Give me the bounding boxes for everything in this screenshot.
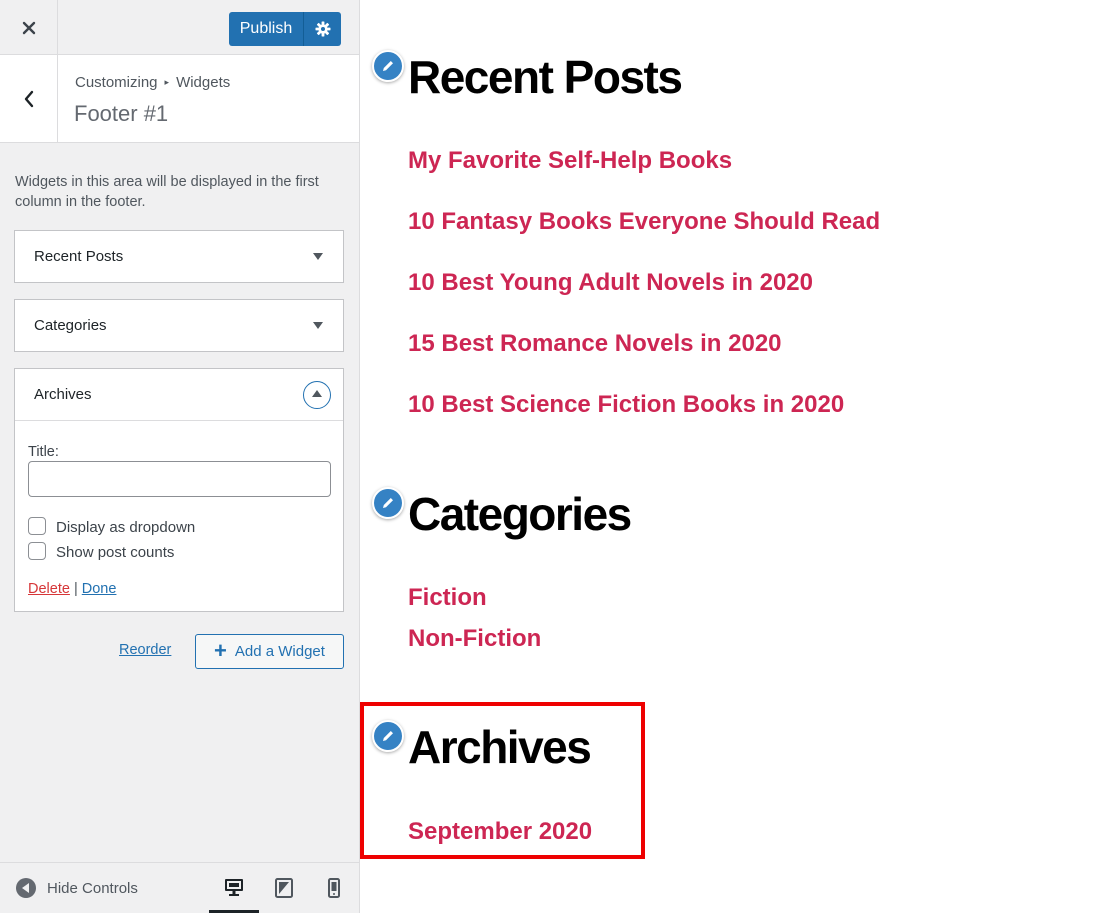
dropdown-option: Display as dropdown xyxy=(28,515,330,540)
post-link[interactable]: 10 Best Science Fiction Books in 2020 xyxy=(408,391,844,419)
mobile-icon xyxy=(328,878,340,898)
pencil-icon xyxy=(383,498,393,508)
archive-link[interactable]: September 2020 xyxy=(408,818,592,846)
show-post-counts-checkbox[interactable] xyxy=(28,541,46,560)
widget-title: Archives xyxy=(34,386,92,403)
widget-recent-posts: Recent Posts xyxy=(14,230,344,283)
publish-settings-button[interactable] xyxy=(304,12,341,46)
widget-header[interactable]: Categories xyxy=(15,300,343,351)
reorder-link[interactable]: Reorder xyxy=(119,642,171,658)
archives-heading: Archives xyxy=(408,721,592,773)
collapse-arrow-icon xyxy=(16,878,36,898)
close-icon xyxy=(22,21,35,34)
post-link[interactable]: My Favorite Self-Help Books xyxy=(408,147,732,175)
widget-categories: Categories xyxy=(14,299,344,352)
title-input[interactable] xyxy=(28,461,331,497)
back-button[interactable] xyxy=(0,55,58,142)
preview-mobile-button[interactable] xyxy=(309,863,359,913)
add-widget-label: Add a Widget xyxy=(234,643,325,660)
preview-desktop-button[interactable] xyxy=(209,863,259,913)
edit-archives-shortcut[interactable] xyxy=(372,720,404,752)
widget-actions: Delete | Done xyxy=(28,581,330,597)
show-post-counts-label[interactable]: Show post counts xyxy=(56,544,174,561)
widget-archives: Archives Title: Display as dropdown Show… xyxy=(14,368,344,612)
edit-recent-posts-shortcut[interactable] xyxy=(372,50,404,82)
customizer-footer: Hide Controls xyxy=(0,862,359,913)
preview-tablet-button[interactable] xyxy=(259,863,309,913)
hide-controls-label: Hide Controls xyxy=(47,879,138,897)
section-header: Customizing ▸ Widgets Footer #1 xyxy=(0,55,359,143)
categories-heading: Categories xyxy=(408,488,632,540)
post-link[interactable]: 15 Best Romance Novels in 2020 xyxy=(408,330,782,358)
edit-categories-shortcut[interactable] xyxy=(372,487,404,519)
breadcrumb-root: Customizing xyxy=(75,74,158,91)
customizer-sidebar: Publish Customizing ▸ Widgets Footer #1 … xyxy=(0,0,360,913)
post-link[interactable]: 10 Best Young Adult Novels in 2020 xyxy=(408,269,813,297)
plus-icon: + xyxy=(214,637,227,663)
widget-title: Recent Posts xyxy=(34,248,124,265)
collapse-widget-toggle[interactable] xyxy=(303,380,331,409)
display-as-dropdown-label[interactable]: Display as dropdown xyxy=(56,519,195,536)
publish-group: Publish xyxy=(229,12,341,46)
add-widget-button[interactable]: + Add a Widget xyxy=(195,634,344,669)
post-counts-option: Show post counts xyxy=(28,540,330,565)
tablet-icon xyxy=(275,878,293,898)
widget-form: Title: Display as dropdown Show post cou… xyxy=(15,420,343,611)
display-as-dropdown-checkbox[interactable] xyxy=(28,516,46,535)
publish-button[interactable]: Publish xyxy=(229,12,304,46)
chevron-left-icon xyxy=(24,90,33,107)
action-separator: | xyxy=(73,581,78,597)
delete-link[interactable]: Delete xyxy=(28,581,70,597)
desktop-icon xyxy=(225,878,243,896)
title-label: Title: xyxy=(28,444,59,460)
caret-up-icon xyxy=(312,390,322,397)
close-customizer-button[interactable] xyxy=(0,0,58,55)
done-link[interactable]: Done xyxy=(82,581,117,597)
pencil-icon xyxy=(383,731,393,741)
gear-icon xyxy=(315,21,330,37)
breadcrumb: Customizing ▸ Widgets xyxy=(75,74,230,91)
post-link[interactable]: 10 Fantasy Books Everyone Should Read xyxy=(408,208,880,236)
customizer-header: Publish xyxy=(0,0,359,55)
hide-controls-button[interactable]: Hide Controls xyxy=(16,863,138,913)
breadcrumb-current: Widgets xyxy=(176,74,231,91)
caret-down-icon[interactable] xyxy=(313,322,323,329)
recent-posts-heading: Recent Posts xyxy=(408,51,683,103)
widget-title: Categories xyxy=(34,317,107,334)
widget-header[interactable]: Archives xyxy=(15,369,343,420)
category-link[interactable]: Non-Fiction xyxy=(408,625,541,653)
category-link[interactable]: Fiction xyxy=(408,584,487,612)
widget-area-description: Widgets in this area will be displayed i… xyxy=(15,174,319,210)
site-preview: Recent Posts My Favorite Self-Help Books… xyxy=(360,0,1113,913)
pencil-icon xyxy=(383,61,393,71)
breadcrumb-separator-icon: ▸ xyxy=(164,77,170,87)
widget-header[interactable]: Recent Posts xyxy=(15,231,343,282)
section-title: Footer #1 xyxy=(74,101,169,126)
caret-down-icon[interactable] xyxy=(313,253,323,260)
